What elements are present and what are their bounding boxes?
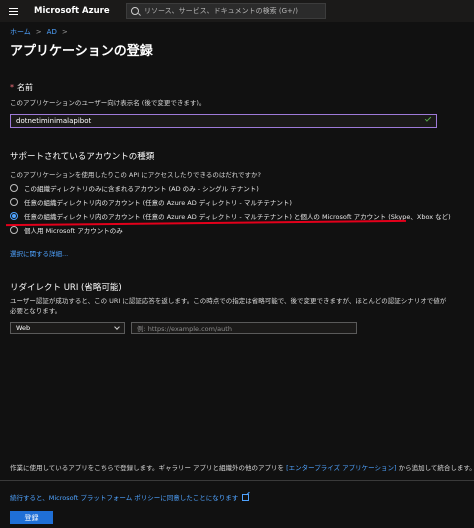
selection-help-link[interactable]: 選択に関する詳細... (10, 248, 68, 258)
redirect-uri-heading: リダイレクト URI (省略可能) (10, 283, 122, 293)
chevron-down-icon (114, 324, 120, 330)
radio-option-personal-only[interactable]: 個人用 Microsoft アカウントのみ (10, 225, 123, 235)
app-name-value: dotnetiminimalapibot (16, 117, 92, 125)
search-placeholder: リソース、サービス、ドキュメントの検索 (G+/) (144, 7, 298, 15)
platform-select-value: Web (16, 324, 31, 332)
footer-divider (0, 480, 474, 481)
breadcrumb-ad[interactable]: AD (47, 28, 57, 36)
radio-option-multitenant[interactable]: 任意の組織ディレクトリ内のアカウント (任意の Azure AD ディレクトリ … (10, 197, 292, 207)
footer-note: 作業に使用しているアプリをこちらで登録します。ギャラリー アプリと組織外の他のア… (10, 462, 474, 472)
radio-label: 個人用 Microsoft アカウントのみ (24, 227, 123, 235)
external-link-icon (242, 493, 250, 501)
hamburger-menu-icon[interactable] (0, 0, 26, 22)
breadcrumb: ホーム > AD > (10, 27, 68, 37)
breadcrumb-separator: > (61, 28, 68, 36)
policy-link-text[interactable]: 続行すると、Microsoft プラットフォーム ポリシーに同意したことになりま… (10, 492, 238, 502)
app-name-input[interactable]: dotnetiminimalapibot (10, 114, 437, 128)
radio-label: 任意の組織ディレクトリ内のアカウント (任意の Azure AD ディレクトリ … (24, 199, 292, 207)
radio-button[interactable] (10, 226, 18, 234)
radio-button[interactable] (10, 198, 18, 206)
radio-button-selected[interactable] (10, 212, 18, 220)
account-types-heading: サポートされているアカウントの種類 (10, 152, 155, 162)
name-label: 名前 (17, 83, 33, 92)
redirect-uri-description: ユーザー認証が成功すると、この URI に認証応答を返します。この時点での指定は… (10, 297, 447, 315)
platform-policy-link[interactable]: 続行すると、Microsoft プラットフォーム ポリシーに同意したことになりま… (10, 492, 250, 502)
search-icon (131, 7, 139, 15)
account-types-question: このアプリケーションを使用したりこの API にアクセスしたりできるのはだれです… (10, 171, 261, 179)
radio-button[interactable] (10, 184, 18, 192)
redirect-uri-placeholder: 例: https://example.com/auth (137, 325, 232, 333)
name-section-label: * 名前 (10, 82, 33, 93)
breadcrumb-home[interactable]: ホーム (10, 27, 31, 37)
more-options-icon[interactable]: ··· (136, 42, 146, 53)
enterprise-apps-link[interactable]: [エンタープライズ アプリケーション] (286, 464, 396, 472)
name-description: このアプリケーションのユーザー向け表示名 (後で変更できます)。 (10, 99, 206, 107)
check-icon (424, 115, 432, 122)
brand-logo-text[interactable]: Microsoft Azure (34, 6, 126, 16)
footer-note-suffix: から追加して統合します。 (396, 464, 474, 472)
top-bar: Microsoft Azure リソース、サービス、ドキュメントの検索 (G+/… (0, 0, 474, 22)
breadcrumb-separator: > (35, 28, 42, 36)
redirect-uri-input[interactable]: 例: https://example.com/auth (131, 322, 357, 334)
search-box[interactable]: リソース、サービス、ドキュメントの検索 (G+/) (126, 3, 326, 19)
platform-select[interactable]: Web (10, 322, 125, 334)
radio-label: この組織ディレクトリのみに含まれるアカウント (AD のみ - シングル テナン… (24, 185, 259, 193)
page-title: アプリケーションの登録 (10, 44, 153, 59)
footer-note-prefix: 作業に使用しているアプリをこちらで登録します。ギャラリー アプリと組織外の他のア… (10, 464, 287, 472)
radio-option-single-tenant[interactable]: この組織ディレクトリのみに含まれるアカウント (AD のみ - シングル テナン… (10, 183, 259, 193)
required-mark: * (10, 83, 14, 92)
register-button[interactable]: 登録 (10, 511, 53, 524)
